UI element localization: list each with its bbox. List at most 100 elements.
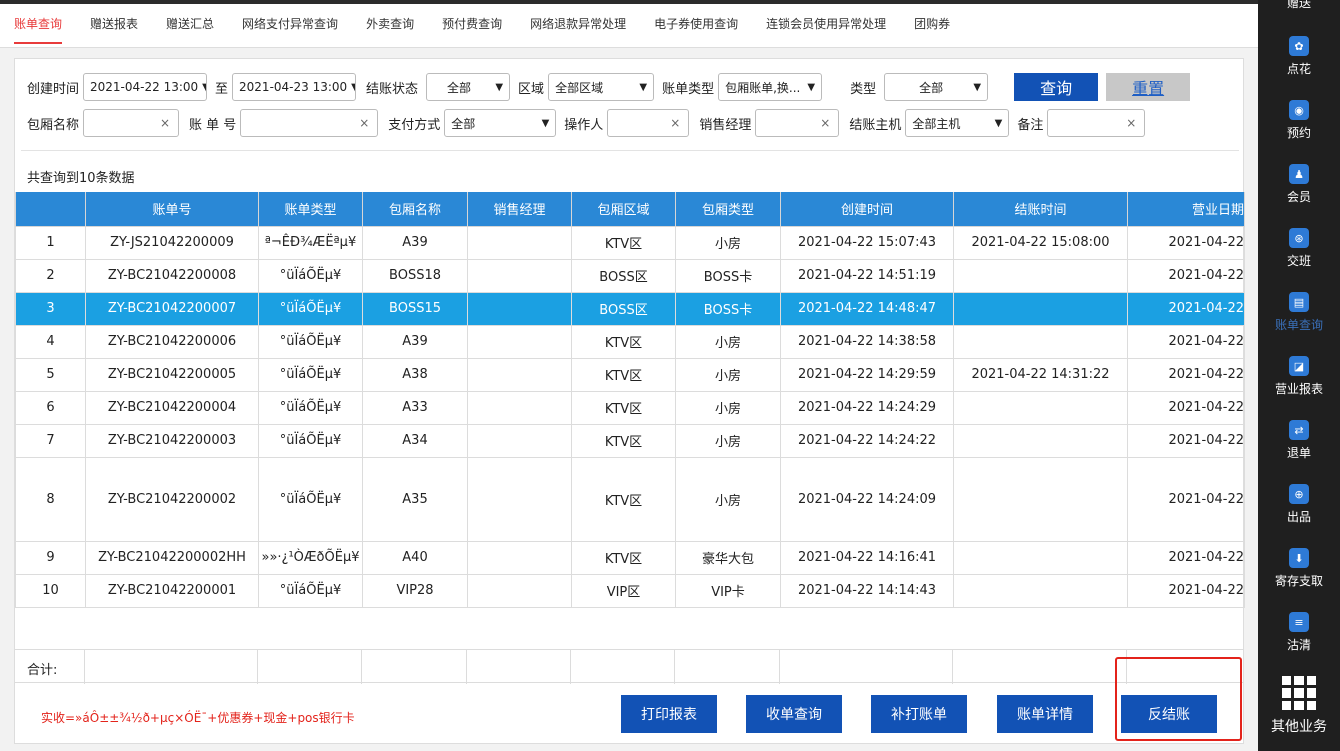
created-from-select[interactable]: 2021-04-22 13:00▼ <box>83 73 208 101</box>
table-row[interactable]: 8 ZY-BC21042200002 °üÏáÕËµ¥ A35 KTV区 小房 2021-0… <box>15 456 1245 542</box>
total-cell <box>15 650 85 684</box>
cell-idx: 10 <box>15 573 86 608</box>
sidebar-item-gift[interactable]: 赠送 <box>1258 0 1340 11</box>
sidebar-item-refund[interactable]: ⇄ 退单 <box>1258 420 1340 461</box>
tab-0[interactable]: 账单查询 <box>14 4 63 48</box>
tab-7[interactable]: 电子券使用查询 <box>654 4 738 48</box>
clear-icon[interactable]: × <box>670 116 680 130</box>
sidebar-label: 预约 <box>1286 126 1311 140</box>
tab-1[interactable]: 赠送报表 <box>90 4 138 48</box>
bill-detail-button[interactable]: 账单详情 <box>997 695 1093 733</box>
sidebar-label: 点花 <box>1286 62 1311 76</box>
sidebar-item-shift[interactable]: ⊛ 交班 <box>1258 228 1340 269</box>
reset-button[interactable]: 重置 <box>1106 73 1191 101</box>
result-count: 共查询到10条数据 <box>27 171 135 186</box>
column-header[interactable]: 创建时间 <box>780 192 954 227</box>
column-header[interactable]: 销售经理 <box>467 192 572 227</box>
cell-bizdate: 2021-04-22 <box>1127 357 1245 392</box>
sidebar-item-report[interactable]: ◪ 营业报表 <box>1258 356 1340 397</box>
sidebar-item-flower[interactable]: ✿ 点花 <box>1258 36 1340 77</box>
area-select[interactable]: 全部区域 ▼ <box>548 73 655 101</box>
cell-bizdate: 2021-04-22 <box>1127 540 1245 575</box>
sidebar-item-output[interactable]: ⊕ 出品 <box>1258 484 1340 525</box>
status-select[interactable]: 全部 ▼ <box>426 73 511 101</box>
cell-no: ZY-BC21042200002 <box>85 456 259 542</box>
remark-input[interactable]: × <box>1047 109 1146 137</box>
host-label: 结账主机 <box>849 117 902 133</box>
cell-mgr <box>467 291 572 326</box>
cell-no: ZY-BC21042200005 <box>85 357 259 392</box>
table-row[interactable]: 6 ZY-BC21042200004 °üÏáÕËµ¥ A33 KTV区 小房 2021-0… <box>15 390 1245 425</box>
cell-closed: 2021-04-22 14:31:22 <box>953 357 1128 392</box>
table-row[interactable]: 9 ZY-BC21042200002HH »»·¿¹ÒÆðÕËµ¥ A40 KTV区 豪华… <box>15 540 1245 575</box>
total-cell <box>362 650 467 684</box>
cell-area: KTV区 <box>571 423 676 458</box>
cell-type: »»·¿¹ÒÆðÕËµ¥ <box>258 540 363 575</box>
area-value: 全部区域 <box>555 80 604 95</box>
table-row[interactable]: 1 ZY-JS21042200009 ª¬ÊÐ¾ÆËªµ¥ A39 KTV区 小房 2021… <box>15 225 1245 260</box>
bill-no-input[interactable]: × <box>240 109 379 137</box>
tab-8[interactable]: 连锁会员使用异常处理 <box>766 4 886 48</box>
sidebar-item-soldout[interactable]: ≡ 沽清 <box>1258 612 1340 653</box>
bill-type-value: 包厢账单,换... <box>725 80 801 95</box>
type-value: 全部 <box>919 80 944 95</box>
cell-mgr <box>467 324 572 359</box>
cell-created: 2021-04-22 14:24:22 <box>780 423 954 458</box>
host-select[interactable]: 全部主机 ▼ <box>905 109 1010 137</box>
tab-2[interactable]: 赠送汇总 <box>166 4 214 48</box>
operator-label: 操作人 <box>564 117 604 133</box>
clear-icon[interactable]: × <box>160 116 170 130</box>
tab-9[interactable]: 团购券 <box>914 4 950 48</box>
cell-created: 2021-04-22 14:51:19 <box>780 258 954 293</box>
sidebar-item-bill[interactable]: ▤ 账单查询 <box>1258 292 1340 333</box>
total-cell <box>780 650 953 684</box>
receipt-query-button[interactable]: 收单查询 <box>746 695 842 733</box>
column-header[interactable]: 包厢类型 <box>675 192 781 227</box>
table-row[interactable]: 5 ZY-BC21042200005 °üÏáÕËµ¥ A38 KTV区 小房 2021-0… <box>15 357 1245 392</box>
table-body: 1 ZY-JS21042200009 ª¬ÊÐ¾ÆËªµ¥ A39 KTV区 小房 2021… <box>15 225 1245 608</box>
sidebar-item-deposit[interactable]: ⬇ 寄存支取 <box>1258 548 1340 589</box>
table-row[interactable]: 4 ZY-BC21042200006 °üÏáÕËµ¥ A39 KTV区 小房 2021-0… <box>15 324 1245 359</box>
bill-type-select[interactable]: 包厢账单,换... ▼ <box>718 73 823 101</box>
query-button[interactable]: 查询 <box>1014 73 1099 101</box>
sidebar-item-more-grid[interactable]: 其他业务 <box>1258 676 1340 736</box>
column-header[interactable]: 包厢名称 <box>362 192 468 227</box>
cell-mgr <box>467 540 572 575</box>
column-header[interactable]: 包厢区域 <box>571 192 676 227</box>
pay-method-select[interactable]: 全部 ▼ <box>444 109 557 137</box>
print-report-button[interactable]: 打印报表 <box>621 695 717 733</box>
column-header[interactable]: 结账时间 <box>953 192 1128 227</box>
sidebar-item-member[interactable]: ♟ 会员 <box>1258 164 1340 205</box>
tab-4[interactable]: 外卖查询 <box>366 4 414 48</box>
clear-icon[interactable]: × <box>1126 116 1136 130</box>
table-row[interactable]: 10 ZY-BC21042200001 °üÏáÕËµ¥ VIP28 VIP区 VIP卡 2… <box>15 573 1245 608</box>
reprint-bill-button[interactable]: 补打账单 <box>871 695 967 733</box>
clear-icon[interactable]: × <box>820 116 830 130</box>
column-header[interactable]: 营业日期 <box>1127 192 1245 227</box>
cell-rtype: BOSS卡 <box>675 258 781 293</box>
sidebar-item-reserve[interactable]: ◉ 预约 <box>1258 100 1340 141</box>
tab-3[interactable]: 网络支付异常查询 <box>242 4 338 48</box>
column-header[interactable] <box>15 192 86 227</box>
cell-no: ZY-BC21042200007 <box>85 291 259 326</box>
total-cell <box>571 650 675 684</box>
room-name-input[interactable]: × <box>83 109 180 137</box>
sales-manager-input[interactable]: × <box>755 109 840 137</box>
table-row[interactable]: 3 ZY-BC21042200007 °üÏáÕËµ¥ BOSS15 BOSS区 BOSS… <box>15 291 1245 326</box>
cell-no: ZY-JS21042200009 <box>85 225 259 260</box>
right-sidebar: 赠送 ✿ 点花 ◉ 预约 ♟ 会员 ⊛ 交班 ▤ 账单查询 ◪ 营业报表 ⇄ 退单 ⊕ 出品 ⬇ 寄存支取 ≡ 沽清其他… <box>1258 0 1340 751</box>
tab-6[interactable]: 网络退款异常处理 <box>530 4 626 48</box>
table-row[interactable]: 2 ZY-BC21042200008 °üÏáÕËµ¥ BOSS18 BOSS区 BOSS… <box>15 258 1245 293</box>
cell-created: 2021-04-22 14:24:29 <box>780 390 954 425</box>
column-header[interactable]: 账单号 <box>85 192 259 227</box>
cell-no: ZY-BC21042200002HH <box>85 540 259 575</box>
clear-icon[interactable]: × <box>359 116 369 130</box>
type-select[interactable]: 全部 ▼ <box>884 73 989 101</box>
operator-input[interactable]: × <box>607 109 690 137</box>
reserve-icon: ◉ <box>1289 100 1309 120</box>
created-to-select[interactable]: 2021-04-23 13:00▼ <box>232 73 357 101</box>
cell-rtype: 小房 <box>675 324 781 359</box>
table-row[interactable]: 7 ZY-BC21042200003 °üÏáÕËµ¥ A34 KTV区 小房 2021-0… <box>15 423 1245 458</box>
column-header[interactable]: 账单类型 <box>258 192 363 227</box>
tab-5[interactable]: 预付费查询 <box>442 4 502 48</box>
